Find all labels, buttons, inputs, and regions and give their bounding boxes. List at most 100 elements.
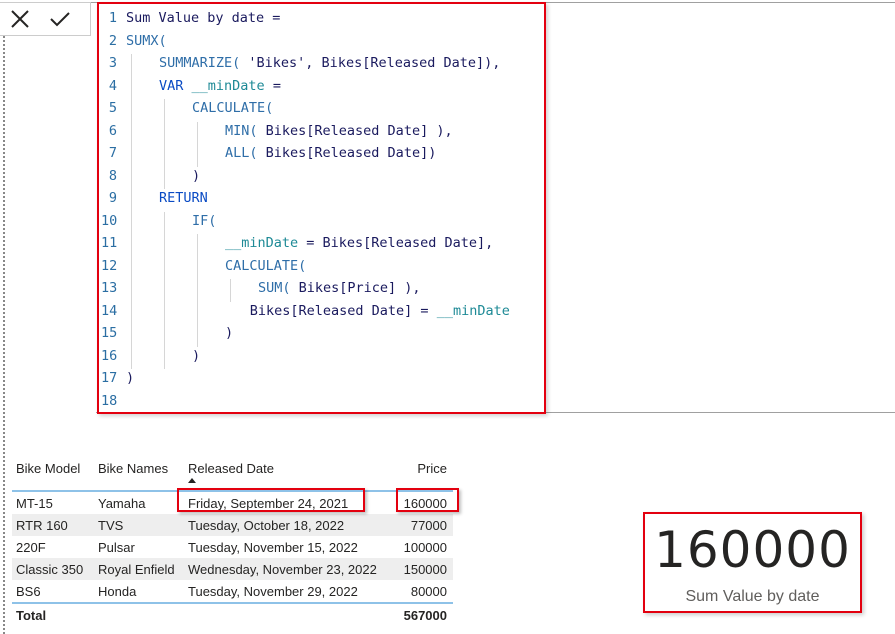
dax-formula-editor[interactable]: 1 Sum Value by date = 2 SUMX(3 SUMMARIZE( 'B…: [97, 2, 546, 414]
cell-released-date: Friday, September 24, 2021: [188, 495, 349, 511]
indent-guide: [131, 189, 132, 212]
cell-released-date: Tuesday, October 18, 2022: [188, 517, 345, 533]
code-text: SUMX(: [126, 30, 167, 52]
indent-guide: [164, 279, 165, 302]
x-icon: [11, 10, 29, 28]
line-number: 13: [101, 280, 118, 296]
indent-guide: [131, 76, 132, 99]
indent-guide: [164, 144, 165, 167]
column-header-price[interactable]: Price: [417, 461, 447, 476]
code-text: MIN( Bikes[Released Date] ),: [225, 120, 453, 142]
indent-guide: [131, 256, 132, 279]
indent-guide: [131, 324, 132, 347]
code-token: CALCULATE(: [192, 100, 274, 116]
code-token: ): [225, 325, 234, 341]
cell-price: 150000: [403, 561, 447, 577]
cell-bike-name: Honda: [98, 583, 137, 599]
line-number: 10: [101, 212, 118, 229]
table-row[interactable]: BS6 Honda Tuesday, November 29, 2022 80000: [12, 580, 453, 602]
card-visual[interactable]: 160000 Sum Value by date: [643, 512, 862, 613]
line-number: 15: [101, 325, 118, 341]
indent-guide: [197, 234, 198, 257]
column-header-released-date[interactable]: Released Date: [188, 461, 274, 476]
line-number: 7: [108, 145, 117, 161]
cell-price: 80000: [410, 583, 447, 599]
code-text: SUM( Bikes[Price] ),: [258, 277, 421, 299]
cell-bike-name: Royal Enfield: [98, 561, 175, 577]
code-token: CALCULATE(: [225, 257, 307, 274]
code-text: CALCULATE(: [192, 97, 273, 119]
line-number: 4: [108, 77, 117, 94]
code-text: ): [225, 322, 233, 344]
commit-button[interactable]: [40, 3, 80, 35]
code-token: RETURN: [159, 190, 208, 206]
code-text: ALL( Bikes[Released Date]): [225, 142, 436, 164]
code-token: Bikes[Released Date] ),: [257, 122, 453, 139]
code-token: 'Bikes', Bikes[Released Date]),: [240, 55, 501, 71]
table-row[interactable]: MT-15 Yamaha Friday, September 24, 2021 160…: [12, 492, 453, 514]
code-token: Bikes[Released Date] =: [249, 302, 437, 319]
line-number: 9: [108, 190, 117, 206]
cell-price: 160000: [403, 495, 447, 511]
code-token: __minDate: [436, 302, 510, 319]
cell-bike-name: TVS: [98, 517, 124, 533]
cell-price: 100000: [403, 539, 447, 555]
code-token: IF(: [192, 212, 217, 229]
cell-bike-model: MT-15: [16, 495, 53, 511]
column-header-bike-model[interactable]: Bike Model: [16, 461, 80, 476]
code-text: Bikes[Released Date] = __minDate: [250, 300, 510, 322]
line-number: 12: [101, 257, 118, 274]
indent-guide: [131, 234, 132, 257]
line-number: 8: [108, 167, 117, 184]
indent-guide: [197, 256, 198, 279]
indent-guide: [197, 121, 198, 144]
table-row[interactable]: RTR 160 TVS Tuesday, October 18, 2022 77000: [12, 514, 453, 536]
indent-guide: [164, 166, 165, 189]
indent-guide: [164, 301, 165, 324]
indent-guide: [230, 279, 231, 302]
line-number: 18: [101, 392, 118, 409]
indent-guide: [131, 54, 132, 77]
indent-guide: [131, 301, 132, 324]
code-token: =: [264, 77, 281, 94]
column-header-bike-names[interactable]: Bike Names: [98, 461, 168, 476]
code-token: SUM(: [258, 280, 291, 296]
code-token: ): [126, 370, 135, 386]
indent-guide: [164, 256, 165, 279]
code-token: SUMMARIZE(: [159, 55, 241, 71]
code-text: ): [192, 345, 200, 367]
table-row[interactable]: 220F Pulsar Tuesday, November 15, 2022 1000…: [12, 536, 453, 558]
cell-bike-model: RTR 160: [16, 517, 68, 533]
cell-released-date: Tuesday, November 29, 2022: [188, 583, 358, 599]
indent-guide: [131, 279, 132, 302]
code-token: Bikes[Price] ),: [290, 280, 421, 296]
table-row[interactable]: Classic 350 Royal Enfield Wednesday, Novem…: [12, 558, 453, 580]
indent-guide: [131, 99, 132, 122]
card-value: 160000: [654, 521, 851, 579]
cell-released-date: Tuesday, November 15, 2022: [188, 539, 358, 555]
cell-bike-model: BS6: [16, 583, 41, 599]
table-total-row: Total 567000: [12, 602, 453, 626]
check-icon: [50, 12, 70, 27]
indent-guide: [164, 211, 165, 234]
line-number: 1: [108, 10, 117, 26]
cell-bike-name: Yamaha: [98, 495, 146, 511]
cell-bike-model: 220F: [16, 539, 46, 555]
line-number: 16: [101, 347, 118, 364]
line-number: 14: [101, 302, 118, 319]
code-token: __minDate: [191, 77, 265, 94]
bikes-table-visual: Bike Model Bike Names Released Date Pric…: [12, 456, 453, 626]
code-text: ): [126, 367, 134, 389]
code-text: __minDate = Bikes[Released Date],: [225, 232, 493, 254]
line-number: 6: [108, 122, 117, 139]
indent-guide: [197, 279, 198, 302]
code-token: SUMX(: [126, 32, 167, 49]
code-text: ): [192, 165, 200, 187]
code-token: Bikes[Released Date]): [257, 145, 437, 161]
indent-guide: [164, 324, 165, 347]
cancel-button[interactable]: [0, 3, 40, 35]
card-label: Sum Value by date: [685, 588, 820, 605]
indent-guide: [164, 121, 165, 144]
indent-guide: [197, 144, 198, 167]
